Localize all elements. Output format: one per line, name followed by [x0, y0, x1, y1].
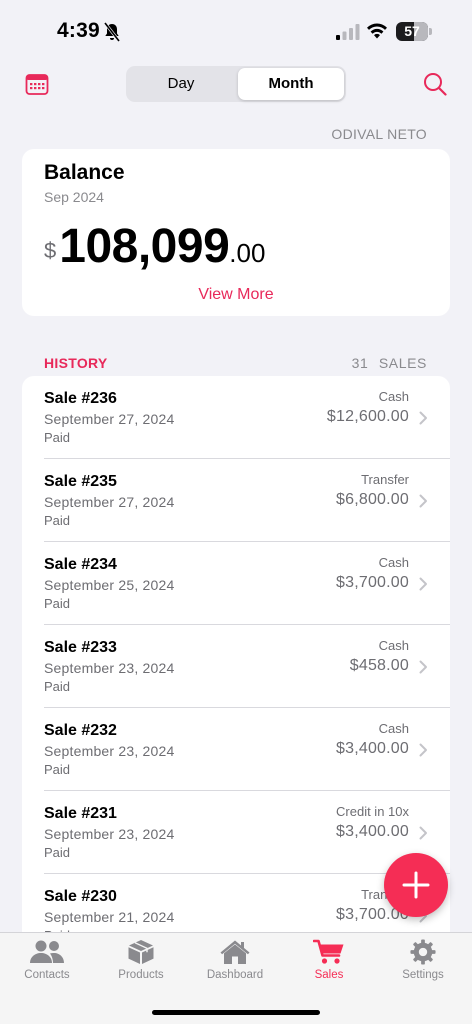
sale-amount: $3,700.00 — [336, 574, 409, 591]
sale-status: Paid — [44, 679, 71, 694]
sale-amount: $12,600.00 — [326, 408, 409, 425]
amount-decimal: .00 — [229, 238, 266, 268]
history-count: 31 SALES — [351, 355, 427, 371]
chevron-right-icon — [419, 826, 427, 840]
battery-level: 57 — [404, 23, 420, 39]
sale-title: Sale #236 — [44, 390, 117, 407]
sale-date: September 27, 2024 — [44, 411, 175, 427]
currency-symbol: $ — [44, 238, 57, 263]
sale-row[interactable]: Sale #236 September 27, 2024 Paid Cash $… — [22, 376, 450, 459]
sale-status: Paid — [44, 430, 71, 445]
owner-name: ODIVAL NETO — [331, 126, 427, 142]
chevron-right-icon — [419, 411, 427, 425]
sale-title: Sale #233 — [44, 639, 117, 656]
chevron-right-icon — [419, 577, 427, 591]
sale-date: September 27, 2024 — [44, 494, 175, 510]
signal-icon — [336, 24, 360, 40]
sale-row[interactable]: Sale #231 September 23, 2024 Paid Credit… — [22, 791, 450, 874]
sale-row[interactable]: Sale #234 September 25, 2024 Paid Cash $… — [22, 542, 450, 625]
history-label: HISTORY — [44, 355, 108, 371]
payment-method: Credit in 10x — [336, 804, 409, 819]
gear-icon — [410, 939, 436, 965]
status-time: 4:39 — [57, 19, 100, 42]
tab-label: Contacts — [24, 969, 70, 981]
sale-title: Sale #232 — [44, 722, 117, 739]
sale-date: September 21, 2024 — [44, 909, 175, 925]
calendar-icon[interactable] — [25, 72, 49, 96]
sale-date: September 23, 2024 — [44, 743, 175, 759]
tab-label: Sales — [314, 969, 344, 981]
sale-amount: $6,800.00 — [336, 491, 409, 508]
sale-row[interactable]: Sale #235 September 27, 2024 Paid Transf… — [22, 459, 450, 542]
sale-row[interactable]: Sale #233 September 23, 2024 Paid Cash $… — [22, 625, 450, 708]
sale-status: Paid — [44, 596, 71, 611]
payment-method: Transfer — [361, 472, 409, 487]
balance-period: Sep 2024 — [44, 189, 104, 205]
sale-amount: $3,400.00 — [336, 823, 409, 840]
sale-date: September 23, 2024 — [44, 660, 175, 676]
tab-settings[interactable]: Settings — [376, 939, 470, 989]
battery-icon: 57 — [396, 22, 432, 41]
tab-label: Dashboard — [206, 969, 264, 981]
period-segmented-control: Day Month — [126, 66, 346, 102]
sale-date: September 23, 2024 — [44, 826, 175, 842]
segment-month[interactable]: Month — [238, 68, 344, 100]
chevron-right-icon — [419, 494, 427, 508]
tab-products[interactable]: Products — [94, 939, 188, 989]
balance-title: Balance — [44, 161, 125, 184]
sale-title: Sale #234 — [44, 556, 117, 573]
sale-date: September 25, 2024 — [44, 577, 175, 593]
payment-method: Cash — [378, 389, 409, 404]
sale-title: Sale #231 — [44, 805, 117, 822]
segment-day[interactable]: Day — [128, 68, 234, 100]
payment-method: Cash — [378, 555, 409, 570]
tab-contacts[interactable]: Contacts — [0, 939, 94, 989]
tab-label: Settings — [402, 969, 444, 981]
payment-method: Cash — [378, 721, 409, 736]
payment-method: Cash — [378, 638, 409, 653]
tab-dashboard[interactable]: Dashboard — [188, 939, 282, 989]
sale-status: Paid — [44, 513, 71, 528]
sale-row[interactable]: Sale #232 September 23, 2024 Paid Cash $… — [22, 708, 450, 791]
status-bar: 4:39 57 — [0, 0, 472, 60]
cart-icon — [313, 939, 344, 964]
amount-main: 108,099 — [59, 220, 230, 273]
bell-off-icon — [103, 22, 121, 42]
wifi-icon — [367, 23, 387, 39]
tab-sales[interactable]: Sales — [282, 939, 376, 989]
contacts-icon — [30, 940, 64, 963]
search-icon[interactable] — [423, 72, 447, 96]
sale-amount: $3,400.00 — [336, 740, 409, 757]
home-indicator — [152, 1010, 320, 1015]
plus-icon — [402, 871, 430, 899]
add-sale-button[interactable] — [384, 853, 448, 917]
view-more-link[interactable]: View More — [22, 286, 450, 304]
tab-label: Products — [118, 969, 164, 981]
chevron-right-icon — [419, 660, 427, 674]
box-icon — [128, 940, 154, 964]
sale-amount: $458.00 — [349, 657, 409, 674]
sale-status: Paid — [44, 845, 71, 860]
balance-amount: $108,099.00 — [44, 219, 265, 274]
sale-title: Sale #235 — [44, 473, 117, 490]
sale-title: Sale #230 — [44, 888, 117, 905]
sales-list: Sale #236 September 27, 2024 Paid Cash $… — [22, 376, 450, 936]
sale-status: Paid — [44, 762, 71, 777]
chevron-right-icon — [419, 743, 427, 757]
balance-card: Balance Sep 2024 $108,099.00 View More — [22, 149, 450, 316]
home-icon — [220, 940, 250, 964]
